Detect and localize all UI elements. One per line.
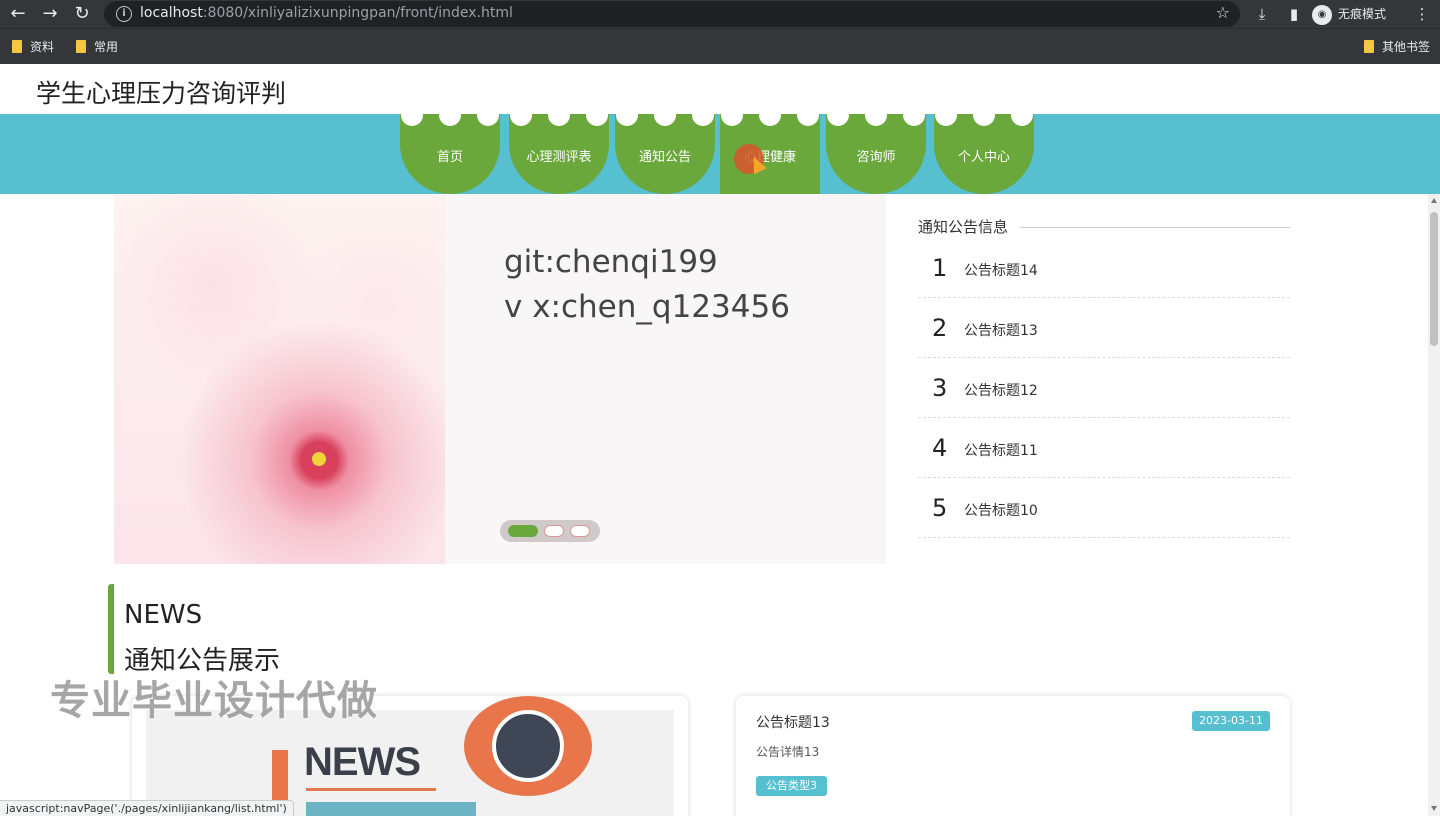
scallop-decoration: [935, 104, 957, 126]
notice-item[interactable]: 1 公告标题14: [918, 238, 1290, 298]
scallop-decoration: [827, 104, 849, 126]
scallop-decoration: [654, 104, 676, 126]
scallop-decoration: [1011, 104, 1033, 126]
notice-number: 2: [932, 314, 948, 342]
notice-title[interactable]: 公告标题12: [964, 380, 1038, 400]
banner-text: git:chenqi199 v x:chen_q123456: [504, 240, 790, 330]
bookmark-folder-0[interactable]: 资料: [12, 38, 54, 56]
notice-item[interactable]: 4 公告标题11: [918, 418, 1290, 478]
scallop-decoration: [616, 104, 638, 126]
incognito-indicator[interactable]: ◉ 无痕模式: [1312, 2, 1412, 26]
scrollbar-thumb[interactable]: [1430, 212, 1438, 346]
scallop-decoration: [759, 104, 781, 126]
scallop-decoration: [721, 104, 743, 126]
notice-number: 1: [932, 254, 948, 282]
scallop-decoration: [548, 104, 570, 126]
scallop-decoration: [865, 104, 887, 126]
notice-type-tag: 公告类型3: [756, 776, 827, 796]
notice-item[interactable]: 5 公告标题10: [918, 478, 1290, 538]
coffee-cup-inner: [492, 710, 564, 782]
notice-number: 3: [932, 374, 948, 402]
bookmark-folder-1[interactable]: 常用: [76, 38, 118, 56]
bookmarks-bar: 资料 常用 其他书签: [0, 28, 1440, 64]
nav-label: 首页: [436, 150, 463, 165]
banner-carousel[interactable]: git:chenqi199 v x:chen_q123456: [114, 194, 886, 564]
forward-arrow-icon[interactable]: →: [38, 2, 62, 26]
folder-icon: [1364, 40, 1374, 53]
notice-item[interactable]: 3 公告标题12: [918, 358, 1290, 418]
folder-icon: [76, 40, 86, 53]
reload-icon[interactable]: ↻: [70, 2, 94, 26]
nav-label: 通知公告: [638, 150, 691, 165]
scallop-decoration: [510, 104, 532, 126]
info-icon[interactable]: i: [116, 6, 132, 22]
scroll-down-arrow-icon[interactable]: [1431, 806, 1437, 811]
notice-title[interactable]: 公告标题13: [964, 320, 1038, 340]
scallop-decoration: [401, 104, 423, 126]
banner-line-1: git:chenqi199: [504, 244, 718, 280]
notice-number: 4: [932, 434, 948, 462]
menu-kebab-icon[interactable]: ⋮: [1410, 2, 1434, 26]
nav-label: 咨询师: [856, 150, 896, 165]
download-icon[interactable]: ⤓: [1250, 2, 1274, 26]
scallop-decoration: [439, 104, 461, 126]
banner-line-2: v x:chen_q123456: [504, 289, 790, 325]
carousel-dot-3[interactable]: [570, 525, 590, 537]
nav-item-assessment[interactable]: 心理测评表: [509, 104, 609, 194]
carousel-dot-1[interactable]: [508, 525, 538, 537]
side-panel-icon[interactable]: ▮: [1282, 2, 1306, 26]
scallop-decoration: [797, 104, 819, 126]
notice-item[interactable]: 2 公告标题13: [918, 298, 1290, 358]
back-arrow-icon[interactable]: ←: [6, 2, 30, 26]
image-decoration: [306, 802, 476, 816]
carousel-indicators: [500, 520, 600, 542]
news-image-word: NEWS: [304, 740, 421, 784]
notice-title[interactable]: 公告标题11: [964, 440, 1038, 460]
date-badge: 2023-03-11: [1192, 711, 1270, 731]
nav-item-profile[interactable]: 个人中心: [934, 104, 1034, 194]
address-bar[interactable]: i localhost:8080/xinliyalizixunpingpan/f…: [104, 1, 1240, 27]
notice-card-detail: 公告详情13: [756, 745, 820, 759]
section-title-en: NEWS: [124, 600, 203, 630]
scallop-decoration: [586, 104, 608, 126]
notice-title[interactable]: 公告标题10: [964, 500, 1038, 520]
nav-item-counselor[interactable]: 咨询师: [826, 104, 926, 194]
watermark-text: 专业毕业设计代做: [50, 678, 378, 724]
scallop-decoration: [903, 104, 925, 126]
nav-label: 心理测评表: [526, 150, 592, 165]
bookmark-star-icon[interactable]: ☆: [1216, 3, 1230, 22]
image-decoration: [306, 788, 436, 791]
notice-card-title[interactable]: 公告标题13: [756, 712, 830, 732]
incognito-icon: ◉: [1312, 4, 1332, 25]
main-nav: 首页 心理测评表 通知公告 心理健康 咨询师 个人中心: [0, 104, 1440, 194]
other-bookmarks[interactable]: 其他书签: [1364, 38, 1430, 56]
flower-center: [312, 452, 326, 466]
notice-number: 5: [932, 494, 948, 522]
scallop-decoration: [692, 104, 714, 126]
browser-toolbar: ← → ↻ i localhost:8080/xinliyalizixunpin…: [0, 0, 1440, 28]
flower-image: [114, 194, 445, 564]
notice-card[interactable]: 公告标题13 2023-03-11 公告详情13 公告类型3: [736, 696, 1290, 816]
notice-heading: 通知公告信息: [918, 218, 1009, 236]
status-bar-link: javascript:navPage('./pages/xinlijiankan…: [0, 800, 294, 816]
site-title: 学生心理压力咨询评判: [36, 79, 287, 108]
nav-label: 个人中心: [957, 150, 1010, 165]
notice-divider: [1020, 227, 1290, 228]
carousel-dot-2[interactable]: [544, 525, 564, 537]
nav-item-home[interactable]: 首页: [400, 104, 500, 194]
section-accent-bar: [108, 584, 114, 674]
address-url[interactable]: localhost:8080/xinliyalizixunpingpan/fro…: [140, 5, 513, 21]
notice-title[interactable]: 公告标题14: [964, 260, 1038, 280]
scroll-up-arrow-icon[interactable]: [1431, 198, 1437, 203]
nav-item-notices[interactable]: 通知公告: [615, 104, 715, 194]
folder-icon: [12, 40, 22, 53]
scallop-decoration: [477, 104, 499, 126]
scallop-decoration: [973, 104, 995, 126]
